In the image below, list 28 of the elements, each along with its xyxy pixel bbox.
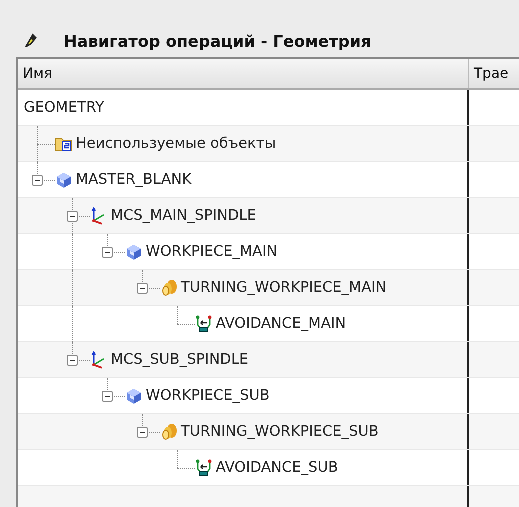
- tree-node-label[interactable]: AVOIDANCE_MAIN: [213, 316, 346, 332]
- tree-node-label[interactable]: WORKPIECE_MAIN: [143, 244, 278, 260]
- column-header[interactable]: Имя: [18, 59, 469, 88]
- tree-node-label[interactable]: Неиспользуемые объекты: [73, 136, 276, 152]
- avoidance-icon: [195, 314, 213, 332]
- tree-node-label[interactable]: GEOMETRY: [20, 100, 104, 116]
- tree-node-label[interactable]: TURNING_WORKPIECE_MAIN: [178, 280, 387, 296]
- collapse-toggle[interactable]: [67, 211, 78, 222]
- avoidance-icon: [195, 458, 213, 476]
- tree-node-label[interactable]: MCS_MAIN_SPINDLE: [108, 208, 256, 224]
- collapse-toggle[interactable]: [32, 175, 43, 186]
- tree-node-label[interactable]: TURNING_WORKPIECE_SUB: [178, 424, 379, 440]
- tree-node-label[interactable]: AVOIDANCE_SUB: [213, 460, 338, 476]
- column-header[interactable]: Трае: [469, 59, 519, 88]
- tree-node-label[interactable]: MCS_SUB_SPINDLE: [108, 352, 249, 368]
- collapse-toggle[interactable]: [102, 391, 113, 402]
- collapse-toggle[interactable]: [102, 247, 113, 258]
- cylinder-icon: [160, 278, 178, 296]
- tree-node-label[interactable]: MASTER_BLANK: [73, 172, 192, 188]
- cube-icon: [125, 242, 143, 260]
- tree-node-label[interactable]: WORKPIECE_SUB: [143, 388, 270, 404]
- cube-icon: [55, 170, 73, 188]
- cylinder-icon: [160, 422, 178, 440]
- collapse-toggle[interactable]: [137, 283, 148, 294]
- window-title: Навигатор операций - Геометрия: [64, 32, 372, 50]
- collapse-toggle[interactable]: [137, 427, 148, 438]
- collapse-toggle[interactable]: [67, 355, 78, 366]
- cube-icon: [125, 386, 143, 404]
